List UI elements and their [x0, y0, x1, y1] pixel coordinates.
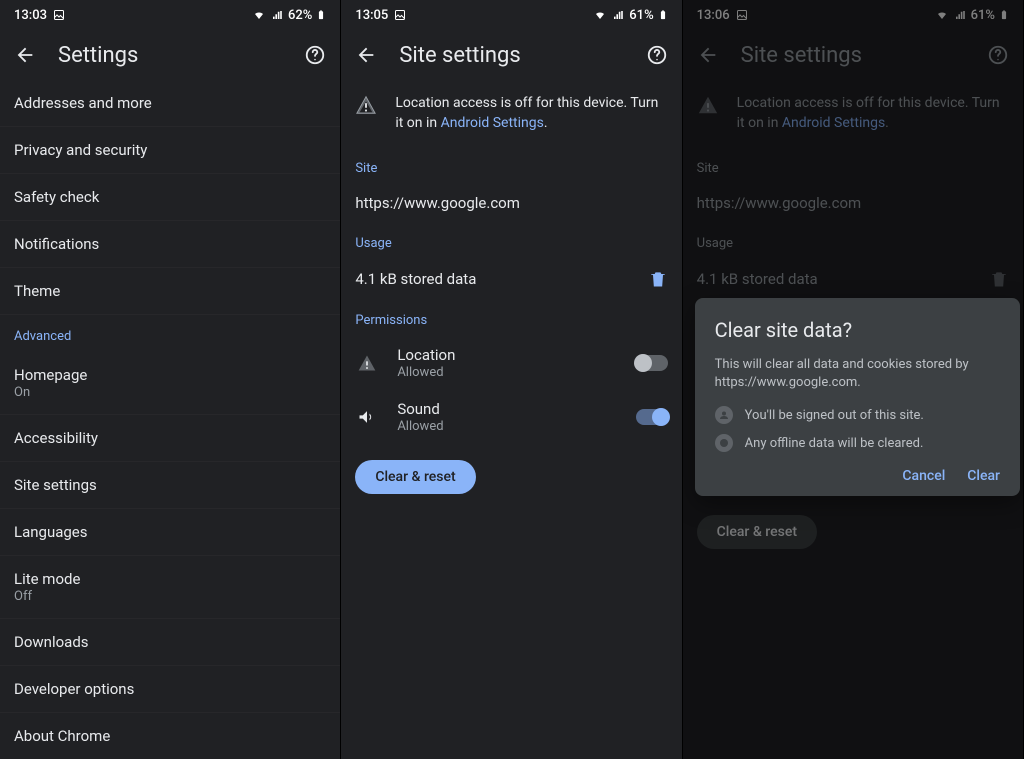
battery-icon	[316, 8, 326, 22]
dialog-title: Clear site data?	[715, 318, 1000, 342]
image-icon	[394, 9, 406, 21]
battery-icon	[658, 8, 668, 22]
usage-text: 4.1 kB stored data	[355, 270, 476, 288]
site-settings-dialog-panel: 13:06 61% Site settings Location access …	[683, 0, 1024, 759]
dialog-bullet-signout: You'll be signed out of this site.	[715, 406, 1000, 424]
wifi-icon	[593, 9, 607, 21]
status-time: 13:03	[14, 8, 47, 23]
settings-item-downloads[interactable]: Downloads	[0, 619, 340, 666]
permissions-header: Permissions	[341, 299, 681, 336]
perm-sub: Allowed	[397, 419, 617, 434]
perm-sub: Allowed	[397, 365, 617, 380]
cancel-button[interactable]: Cancel	[902, 468, 945, 484]
location-warning: Location access is off for this device. …	[341, 80, 681, 147]
dialog-body: This will clear all data and cookies sto…	[715, 356, 1000, 392]
signal-icon	[611, 9, 625, 21]
advanced-header: Advanced	[0, 315, 340, 352]
help-icon[interactable]	[646, 44, 668, 66]
signal-icon	[270, 9, 284, 21]
status-time: 13:05	[355, 8, 388, 23]
dialog-bullet-offline: Any offline data will be cleared.	[715, 434, 1000, 452]
settings-item-addresses[interactable]: Addresses and more	[0, 80, 340, 127]
status-bar: 13:05 61%	[341, 0, 681, 30]
offline-icon	[715, 434, 733, 452]
settings-item-about[interactable]: About Chrome	[0, 713, 340, 759]
page-title: Settings	[58, 43, 282, 68]
usage-header: Usage	[341, 222, 681, 259]
app-bar: Settings	[0, 30, 340, 80]
perm-title: Sound	[397, 400, 617, 418]
wifi-icon	[252, 9, 266, 21]
settings-item-site-settings[interactable]: Site settings	[0, 462, 340, 509]
settings-item-privacy[interactable]: Privacy and security	[0, 127, 340, 174]
battery-text: 61%	[629, 8, 653, 23]
person-icon	[715, 406, 733, 424]
site-url: https://www.google.com	[341, 184, 681, 222]
sound-toggle[interactable]	[636, 409, 668, 425]
site-header: Site	[341, 147, 681, 184]
page-title: Site settings	[399, 43, 623, 68]
battery-text: 62%	[288, 8, 312, 23]
status-bar: 13:03 62%	[0, 0, 340, 30]
settings-item-homepage[interactable]: HomepageOn	[0, 352, 340, 415]
trash-icon[interactable]	[648, 269, 668, 289]
warning-text: Location access is off for this device. …	[395, 94, 667, 133]
warning-triangle-icon	[355, 94, 377, 116]
usage-row: 4.1 kB stored data	[341, 259, 681, 299]
permission-location[interactable]: Location Allowed	[341, 336, 681, 390]
location-toggle[interactable]	[636, 355, 668, 371]
warning-triangle-icon	[355, 353, 379, 373]
back-arrow-icon[interactable]	[355, 44, 377, 66]
app-bar: Site settings	[341, 30, 681, 80]
settings-item-theme[interactable]: Theme	[0, 268, 340, 315]
settings-item-notifications[interactable]: Notifications	[0, 221, 340, 268]
settings-panel: 13:03 62% Settings Addresses and more Pr…	[0, 0, 341, 759]
settings-item-lite-mode[interactable]: Lite modeOff	[0, 556, 340, 619]
help-icon[interactable]	[304, 44, 326, 66]
clear-reset-button[interactable]: Clear & reset	[355, 460, 475, 494]
perm-title: Location	[397, 346, 617, 364]
image-icon	[53, 9, 65, 21]
sound-icon	[355, 407, 379, 427]
settings-item-accessibility[interactable]: Accessibility	[0, 415, 340, 462]
site-settings-panel: 13:05 61% Site settings Location access …	[341, 0, 682, 759]
settings-item-languages[interactable]: Languages	[0, 509, 340, 556]
android-settings-link[interactable]: Android Settings	[441, 115, 544, 131]
back-arrow-icon[interactable]	[14, 44, 36, 66]
settings-item-developer[interactable]: Developer options	[0, 666, 340, 713]
settings-item-safety[interactable]: Safety check	[0, 174, 340, 221]
clear-data-dialog: Clear site data? This will clear all dat…	[695, 298, 1020, 496]
clear-button[interactable]: Clear	[967, 468, 1000, 484]
permission-sound[interactable]: Sound Allowed	[341, 390, 681, 444]
